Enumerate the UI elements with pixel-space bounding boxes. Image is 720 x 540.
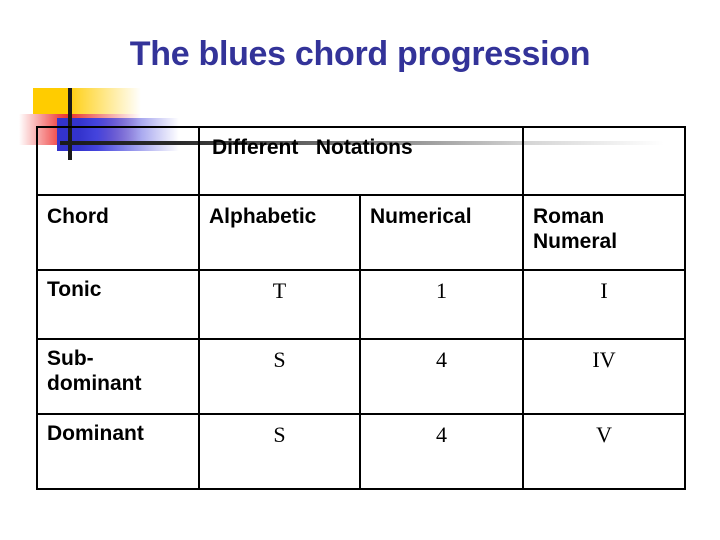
table-banner-row: Different Notations: [36, 126, 687, 196]
header-label-roman-line2: Numeral: [533, 229, 618, 253]
cell-alphabetic-subdominant: S: [198, 337, 361, 415]
row-label-tonic: Tonic: [38, 271, 198, 302]
value-alphabetic-dominant: S: [273, 421, 286, 447]
cell-chord-subdominant: Sub- dominant: [36, 337, 200, 415]
banner-empty-right-cell: [522, 126, 687, 196]
value-alphabetic-tonic: T: [272, 277, 287, 303]
value-roman-subdominant: IV: [592, 346, 616, 372]
header-label-alphabetic: Alphabetic: [209, 204, 317, 228]
row-label-dominant-line1: Dominant: [47, 421, 144, 445]
header-cell-roman-numeral: Roman Numeral: [522, 193, 687, 271]
banner-empty-left-cell: [36, 126, 200, 196]
table-row: Sub- dominant S 4 IV: [36, 337, 687, 415]
header-label-roman-numeral: Roman Numeral: [524, 196, 684, 254]
page-title: The blues chord progression: [129, 35, 591, 73]
header-label-numerical: Numerical: [370, 204, 472, 228]
cell-roman-tonic: I: [522, 268, 687, 340]
banner-empty-left-text: [38, 128, 198, 138]
header-cell-numerical: Numerical: [358, 193, 525, 271]
banner-label-cell: Different Notations: [197, 126, 525, 196]
table-header-row: Chord Alphabetic Numerical Roman Numeral: [36, 193, 687, 271]
cell-numerical-dominant: 4: [358, 412, 525, 491]
table-row: Dominant S 4 V: [36, 412, 687, 491]
table-row: Tonic T 1 I: [36, 268, 687, 340]
header-label-roman-line1: Roman: [533, 204, 605, 228]
cell-numerical-subdominant: 4: [358, 337, 525, 415]
slide-canvas: The blues chord progression Different No…: [0, 0, 720, 540]
row-label-dominant: Dominant: [38, 415, 198, 446]
header-label-chord: Chord: [47, 204, 109, 228]
value-alphabetic-subdominant: S: [273, 346, 286, 372]
row-label-subdominant: Sub- dominant: [38, 340, 198, 396]
row-label-subdominant-line2: dominant: [47, 371, 142, 395]
cell-numerical-tonic: 1: [358, 268, 525, 340]
row-label-subdominant-line1: Sub-: [47, 346, 94, 370]
value-numerical-subdominant: 4: [436, 346, 447, 372]
row-label-tonic-line1: Tonic: [47, 277, 102, 301]
cell-chord-dominant: Dominant: [36, 412, 200, 491]
value-roman-tonic: I: [600, 277, 608, 303]
decorative-yellow-square: [33, 88, 141, 114]
value-numerical-dominant: 4: [436, 421, 447, 447]
chord-notation-table: Different Notations Chord Alphabetic Num…: [36, 126, 687, 491]
cell-chord-tonic: Tonic: [36, 268, 200, 340]
cell-roman-dominant: V: [522, 412, 687, 491]
value-numerical-tonic: 1: [436, 277, 447, 303]
header-cell-chord: Chord: [36, 193, 200, 271]
cell-alphabetic-tonic: T: [198, 268, 361, 340]
value-roman-dominant: V: [596, 421, 612, 447]
banner-label: Different Notations: [212, 136, 413, 159]
cell-roman-subdominant: IV: [522, 337, 687, 415]
banner-empty-right-text: [524, 128, 684, 138]
header-cell-alphabetic: Alphabetic: [198, 193, 361, 271]
cell-alphabetic-dominant: S: [198, 412, 361, 491]
